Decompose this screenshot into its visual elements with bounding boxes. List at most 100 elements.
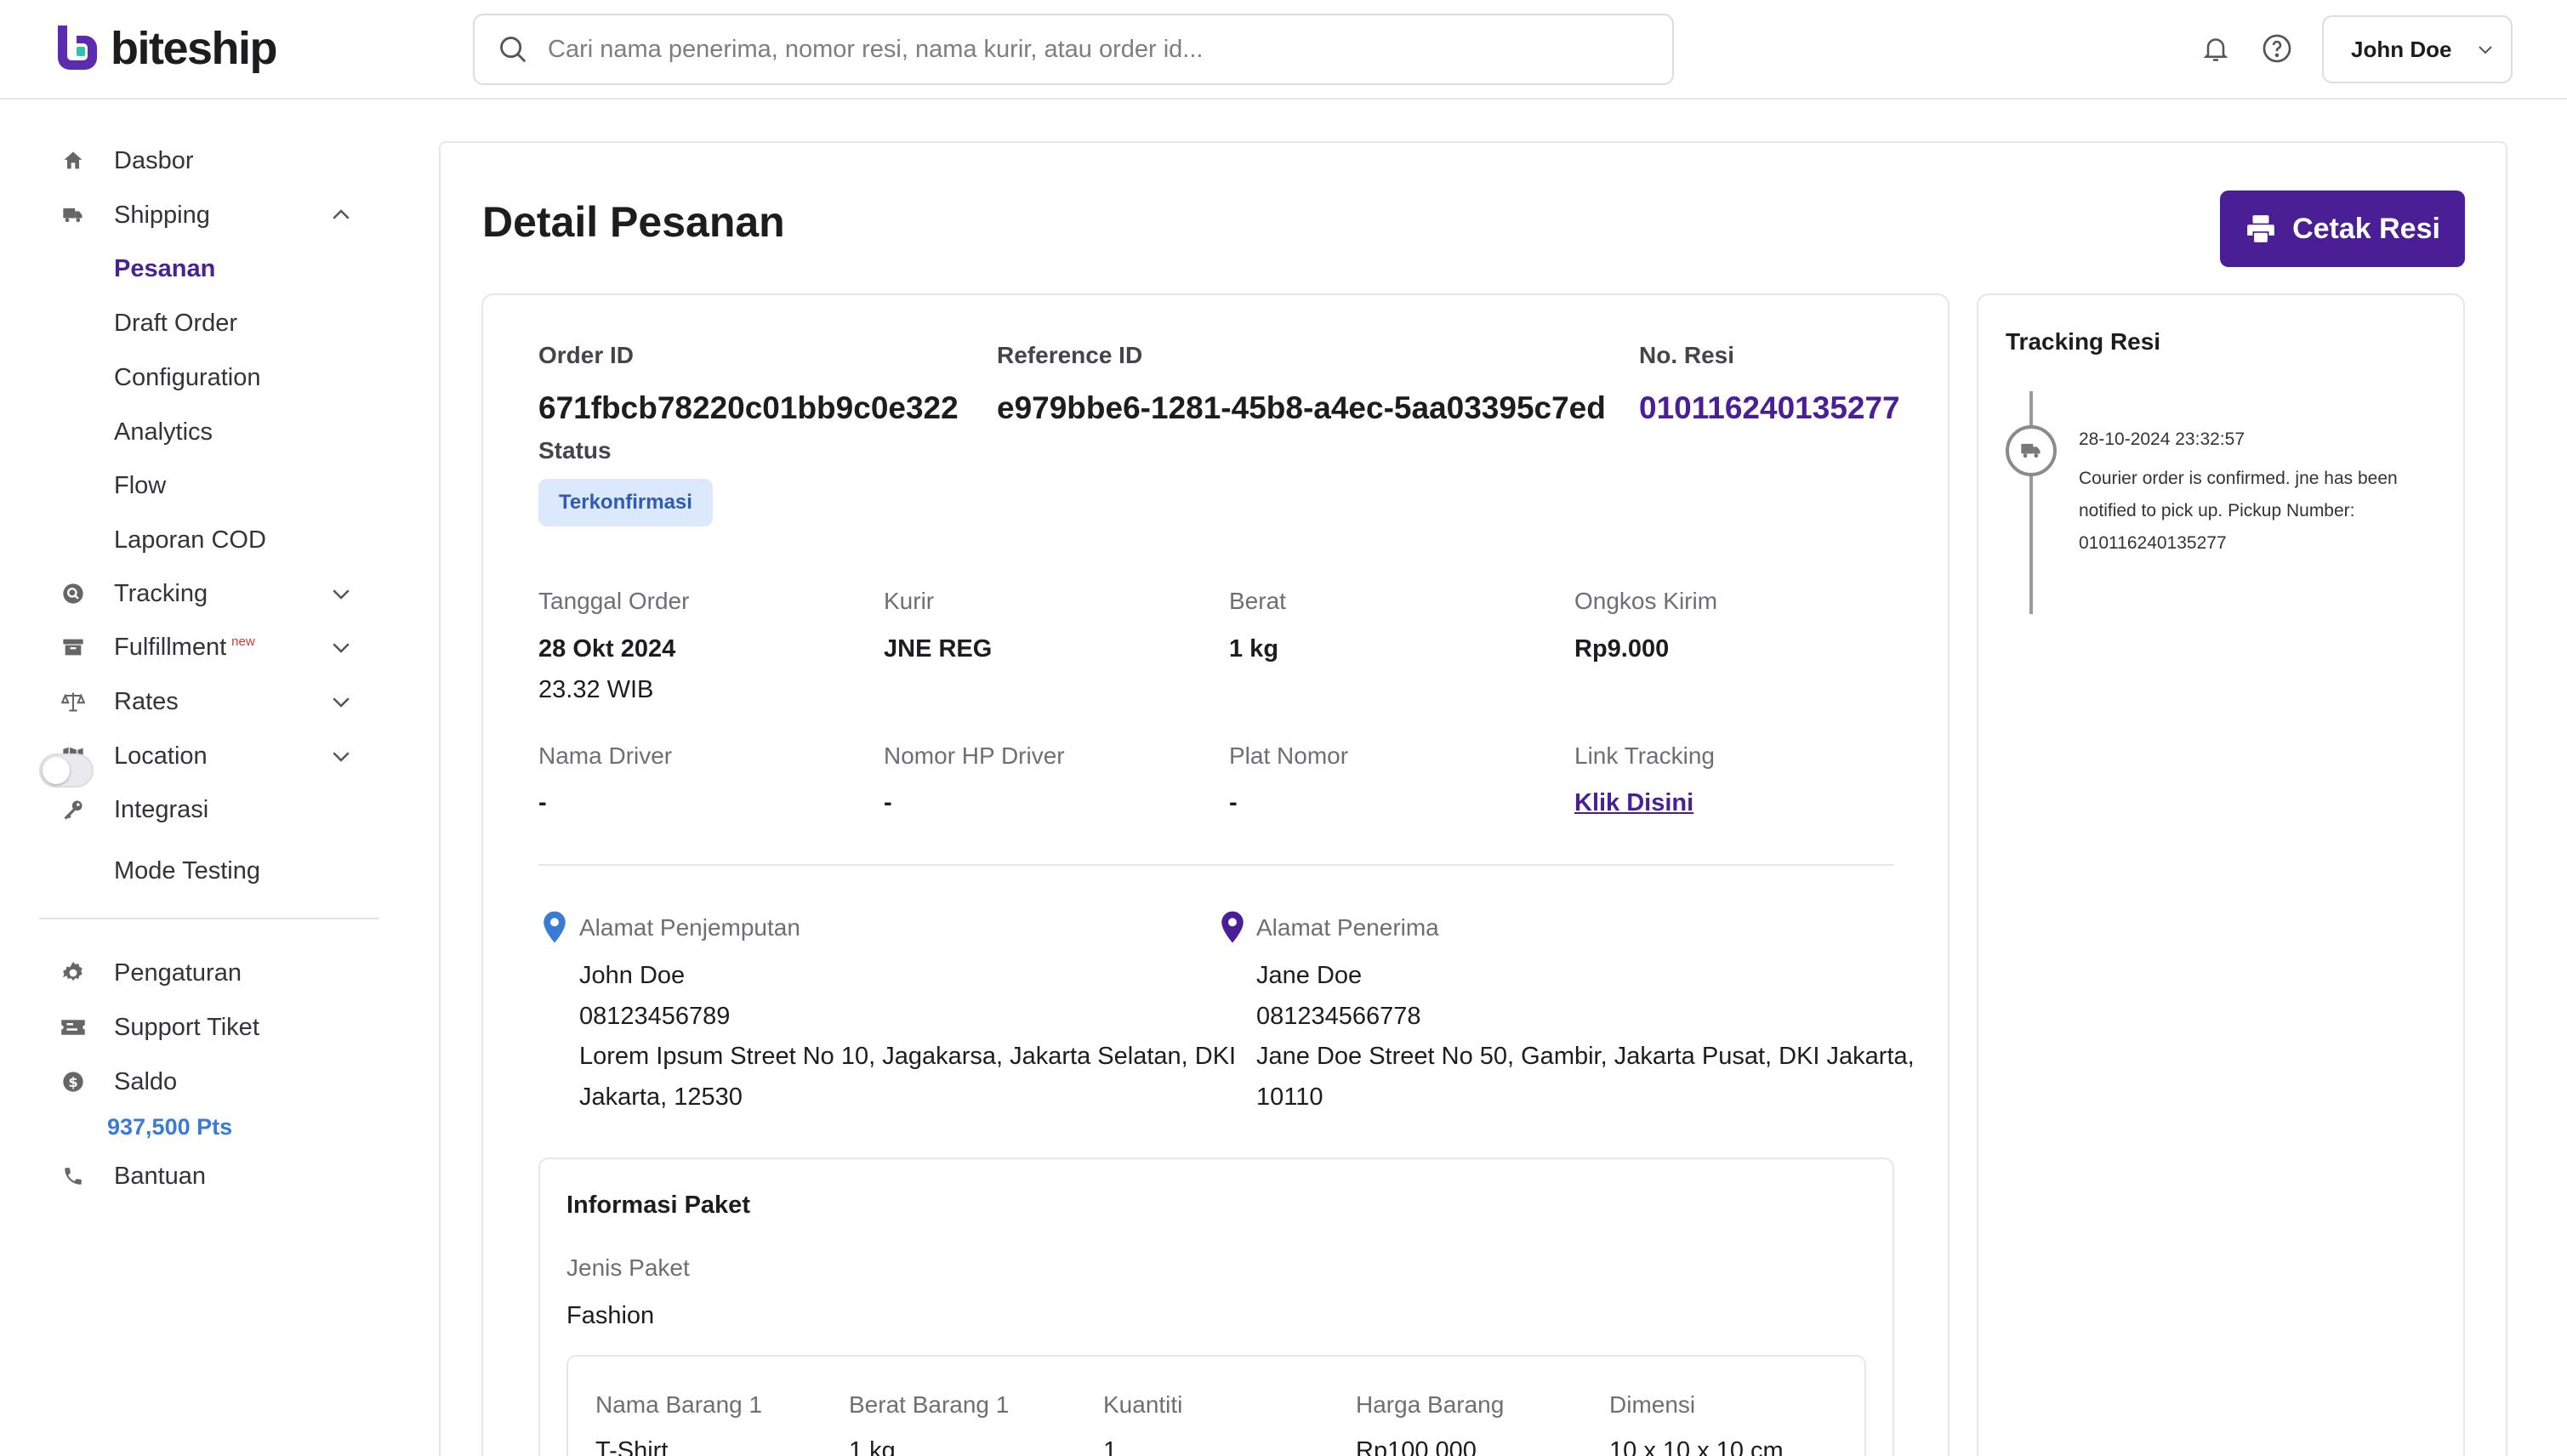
plat-nomor-label: Plat Nomor <box>1229 742 1349 769</box>
sidebar-subitem-flow[interactable]: Flow <box>114 472 166 500</box>
tracking-event-line: notified to pick up. Pickup Number: <box>2079 501 2355 520</box>
mode-testing-toggle[interactable] <box>39 754 94 788</box>
help-circle-icon[interactable] <box>2257 29 2297 68</box>
kurir-label: Kurir <box>884 588 935 614</box>
sidebar-item-shipping[interactable]: Shipping <box>0 191 383 239</box>
reference-id-value: e979bbe6-1281-45b8-a4ec-5aa03395c7ed <box>997 390 1606 425</box>
column-header: Kuantiti <box>1103 1391 1183 1418</box>
chevron-down-icon <box>333 752 350 762</box>
search-icon <box>500 37 526 63</box>
nama-driver-label: Nama Driver <box>538 742 673 769</box>
tracking-event-description: Courier order is confirmed. jne has been… <box>2079 463 2436 560</box>
sidebar-subitem-analytics[interactable]: Analytics <box>114 418 213 446</box>
receiver-address-line2: 10110 <box>1256 1083 1323 1111</box>
key-icon <box>60 796 87 823</box>
timeline-event-marker <box>2006 425 2057 476</box>
link-tracking-link[interactable]: Klik Disini <box>1574 789 1693 817</box>
dollar-icon: $ <box>60 1068 87 1095</box>
tanggal-order-label: Tanggal Order <box>538 588 690 614</box>
column-header: Dimensi <box>1609 1391 1696 1418</box>
tracking-icon <box>60 580 87 607</box>
status-badge: Terkonfirmasi <box>538 479 713 526</box>
biteship-logo-icon <box>58 26 97 70</box>
berat-label: Berat <box>1229 588 1286 614</box>
chevron-down-icon <box>2479 46 2493 54</box>
table-cell: 10 x 10 x 10 cm <box>1609 1437 1784 1456</box>
table-cell: Rp100.000 <box>1356 1437 1477 1456</box>
order-id-value: 671fbcb78220c01bb9c0e322 <box>538 390 959 425</box>
pickup-address-line1: Lorem Ipsum Street No 10, Jagakarsa, Jak… <box>579 1043 1237 1070</box>
chevron-down-icon <box>333 697 350 708</box>
sidebar-item-tracking[interactable]: Tracking <box>0 570 383 617</box>
kurir-value: JNE REG <box>884 635 993 663</box>
archive-icon <box>60 634 87 661</box>
new-badge: new <box>231 634 255 649</box>
gear-icon <box>60 959 87 987</box>
svg-text:$: $ <box>68 1074 77 1090</box>
pickup-name: John Doe <box>579 962 686 989</box>
print-resi-label: Cetak Resi <box>2292 212 2440 245</box>
link-tracking-label: Link Tracking <box>1574 742 1715 769</box>
chevron-down-icon <box>333 589 350 600</box>
sidebar-subitem-laporan-cod[interactable]: Laporan COD <box>114 526 266 555</box>
receiver-address-label: Alamat Penerima <box>1256 914 1439 941</box>
map-pin-icon <box>1221 911 1244 943</box>
receiver-phone: 081234566778 <box>1256 1003 1421 1030</box>
pickup-address-line2: Jakarta, 12530 <box>579 1083 743 1111</box>
tracking-event-line: Courier order is confirmed. jne has been <box>2079 469 2398 488</box>
resi-label: No. Resi <box>1639 342 1735 368</box>
tanggal-order-value: 28 Okt 2024 <box>538 635 676 663</box>
search-box[interactable] <box>473 14 1674 85</box>
chevron-up-icon <box>333 209 350 219</box>
column-header: Berat Barang 1 <box>849 1391 1010 1418</box>
sidebar-item-dasbor[interactable]: Dasbor <box>0 137 383 185</box>
sidebar-item-fulfillment[interactable]: Fulfillment new <box>0 623 383 671</box>
jam-order-value: 23.32 WIB <box>538 676 654 703</box>
sidebar-item-saldo[interactable]: $ Saldo <box>0 1058 383 1106</box>
map-pin-icon <box>544 911 566 943</box>
logo-text: biteship <box>111 23 278 74</box>
scale-icon <box>60 688 87 715</box>
column-header: Harga Barang <box>1356 1391 1505 1418</box>
sidebar-item-rates[interactable]: Rates <box>0 678 383 725</box>
table-cell: 1 kg <box>849 1437 896 1456</box>
sidebar-item-pengaturan[interactable]: Pengaturan <box>0 949 383 997</box>
sidebar-subitem-pesanan[interactable]: Pesanan <box>114 255 215 283</box>
logo[interactable]: biteship <box>53 22 278 75</box>
receiver-name: Jane Doe <box>1256 962 1363 989</box>
nomor-hp-driver-label: Nomor HP Driver <box>884 742 1065 769</box>
search-input[interactable] <box>548 35 1653 64</box>
tracking-event-time: 28-10-2024 23:32:57 <box>2079 429 2245 449</box>
sidebar-item-support-tiket[interactable]: Support Tiket <box>0 1004 383 1051</box>
ongkos-kirim-label: Ongkos Kirim <box>1574 588 1718 614</box>
mode-testing-label: Mode Testing <box>114 857 260 884</box>
sidebar-item-bantuan[interactable]: Bantuan <box>0 1152 383 1200</box>
plat-nomor-value: - <box>1229 789 1238 816</box>
order-id-label: Order ID <box>538 342 635 368</box>
home-icon <box>60 147 87 174</box>
sidebar-subitem-draft-order[interactable]: Draft Order <box>114 310 237 338</box>
truck-icon <box>2021 443 2041 458</box>
sidebar-item-label: Fulfillment <box>114 633 227 661</box>
ticket-icon <box>60 1014 87 1041</box>
sidebar-subitem-configuration[interactable]: Configuration <box>114 364 261 392</box>
nomor-hp-driver-value: - <box>884 789 892 816</box>
status-label: Status <box>538 437 612 464</box>
table-cell: 1 <box>1103 1437 1118 1456</box>
tracking-resi-title: Tracking Resi <box>2006 328 2161 355</box>
printer-icon <box>2247 215 2274 242</box>
package-type-label: Jenis Paket <box>566 1254 690 1281</box>
table-cell: T-Shirt <box>595 1437 669 1456</box>
page-title: Detail Pesanan <box>482 198 785 246</box>
print-resi-button[interactable]: Cetak Resi <box>2220 191 2465 267</box>
resi-number-link[interactable]: 010116240135277 <box>1639 390 1900 426</box>
sidebar-item-integrasi[interactable]: Integrasi <box>0 786 383 833</box>
notification-bell-icon[interactable] <box>2196 29 2235 68</box>
section-divider <box>538 864 1894 866</box>
phone-icon <box>60 1163 87 1190</box>
saldo-balance: 937,500 Pts <box>107 1114 233 1140</box>
pickup-address-label: Alamat Penjemputan <box>579 914 800 941</box>
user-menu-button[interactable]: John Doe <box>2322 15 2513 83</box>
chevron-down-icon <box>333 643 350 653</box>
truck-icon <box>60 202 87 229</box>
